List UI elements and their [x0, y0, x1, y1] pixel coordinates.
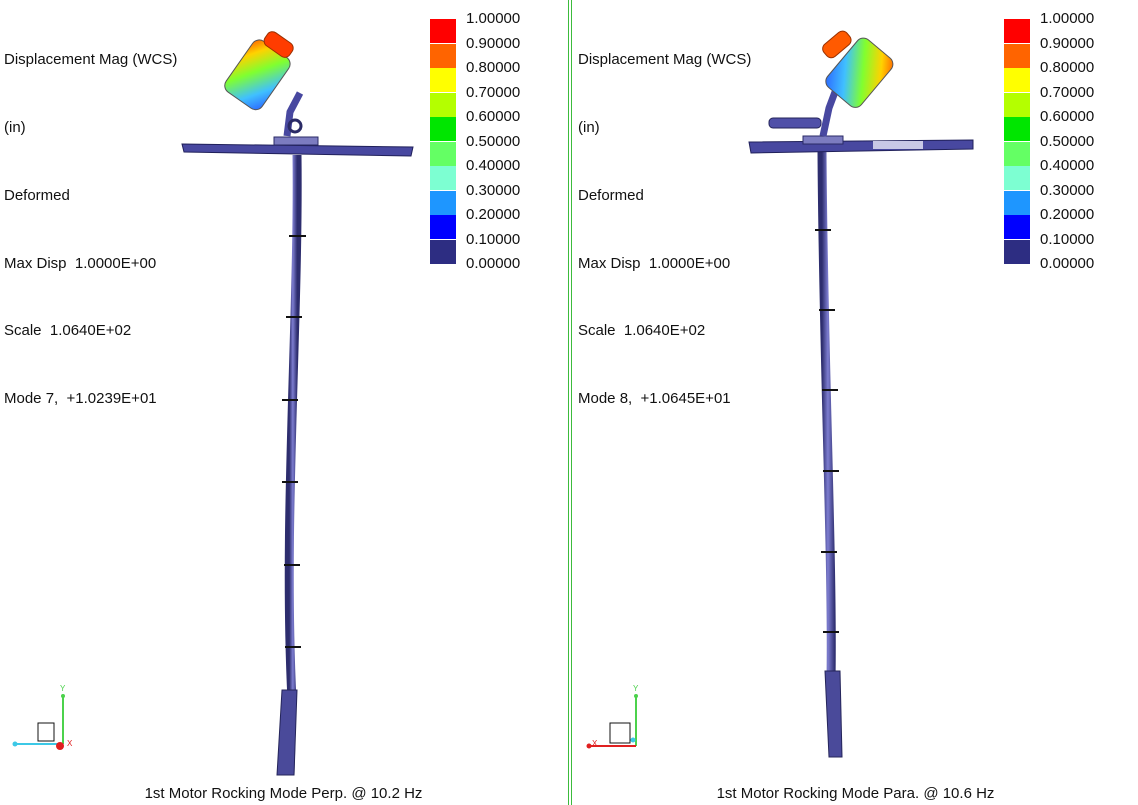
legend-swatch	[430, 141, 456, 166]
legend-label: 0.70000	[1040, 83, 1095, 101]
legend-swatch	[430, 190, 456, 215]
legend-swatch	[1004, 239, 1030, 264]
legend-swatch	[430, 239, 456, 264]
legend-label: 0.00000	[1040, 255, 1095, 272]
result-max-disp: Max Disp 1.0000E+00	[578, 254, 731, 272]
legend-label: 0.10000	[466, 230, 521, 248]
legend-swatch	[1004, 92, 1030, 117]
legend-swatch	[1004, 19, 1030, 43]
legend-swatch	[430, 117, 456, 141]
view-caption: 1st Motor Rocking Mode Para. @ 10.6 Hz	[716, 785, 995, 802]
legend-swatch	[1004, 43, 1030, 68]
result-state: Deformed	[4, 186, 70, 204]
legend-label: 0.30000	[466, 181, 521, 199]
legend-label: 0.30000	[1040, 181, 1095, 199]
result-scale: Scale 1.0640E+02	[578, 322, 706, 340]
legend-label: 0.60000	[1040, 108, 1095, 125]
triad-y-label: Y	[633, 684, 639, 693]
legend-label: 0.40000	[466, 157, 521, 174]
viewport-left[interactable]: Displacement Mag (WCS) (in) Deformed Max…	[0, 0, 567, 805]
view-caption: 1st Motor Rocking Mode Perp. @ 10.2 Hz	[144, 785, 423, 802]
legend-swatch	[430, 19, 456, 43]
legend-swatch	[430, 43, 456, 68]
result-title: Displacement Mag (WCS)	[4, 51, 178, 69]
legend-swatch	[1004, 117, 1030, 141]
result-units: (in)	[4, 118, 26, 136]
legend-label: 0.10000	[1040, 230, 1095, 248]
triad-x-label: X	[592, 739, 598, 748]
legend-label: 0.00000	[466, 255, 521, 272]
legend-label: 0.70000	[466, 83, 521, 101]
legend-label: 0.50000	[466, 132, 521, 150]
result-info-block: Displacement Mag (WCS) (in) Deformed Max…	[4, 4, 177, 456]
coordinate-triad-icon: Y X	[583, 684, 653, 754]
legend-swatch	[430, 92, 456, 117]
legend-swatch	[1004, 166, 1030, 190]
legend-label: 1.00000	[1040, 10, 1095, 27]
result-title: Displacement Mag (WCS)	[578, 51, 752, 69]
legend-label: 0.20000	[466, 206, 521, 223]
legend-label: 0.50000	[1040, 132, 1095, 150]
legend-swatch	[430, 166, 456, 190]
result-max-disp: Max Disp 1.0000E+00	[4, 254, 157, 272]
legend-label: 0.60000	[466, 108, 521, 125]
legend-swatch	[1004, 68, 1030, 92]
legend-label: 0.80000	[1040, 59, 1095, 76]
legend-label: 0.20000	[1040, 206, 1095, 223]
viewport-right[interactable]: Displacement Mag (WCS) (in) Deformed Max…	[573, 0, 1138, 805]
legend-label: 0.80000	[466, 59, 521, 76]
legend-label: 0.90000	[1040, 34, 1095, 52]
legend-swatch	[430, 68, 456, 92]
triad-x-label: X	[67, 739, 73, 748]
legend-label: 0.40000	[1040, 157, 1095, 174]
result-mode: Mode 7, +1.0239E+01	[4, 390, 157, 408]
legend-swatch	[1004, 215, 1030, 239]
result-info-block: Displacement Mag (WCS) (in) Deformed Max…	[578, 4, 751, 456]
legend-swatch	[1004, 190, 1030, 215]
result-mode: Mode 8, +1.0645E+01	[578, 390, 731, 408]
triad-y-label: Y	[60, 684, 66, 693]
legend-label: 1.00000	[466, 10, 521, 27]
coordinate-triad-icon: Y X	[10, 684, 80, 754]
result-scale: Scale 1.0640E+02	[4, 322, 132, 340]
result-units: (in)	[578, 118, 600, 136]
result-state: Deformed	[578, 186, 644, 204]
legend-swatch	[1004, 141, 1030, 166]
legend-swatch	[430, 215, 456, 239]
legend-label: 0.90000	[466, 34, 521, 52]
